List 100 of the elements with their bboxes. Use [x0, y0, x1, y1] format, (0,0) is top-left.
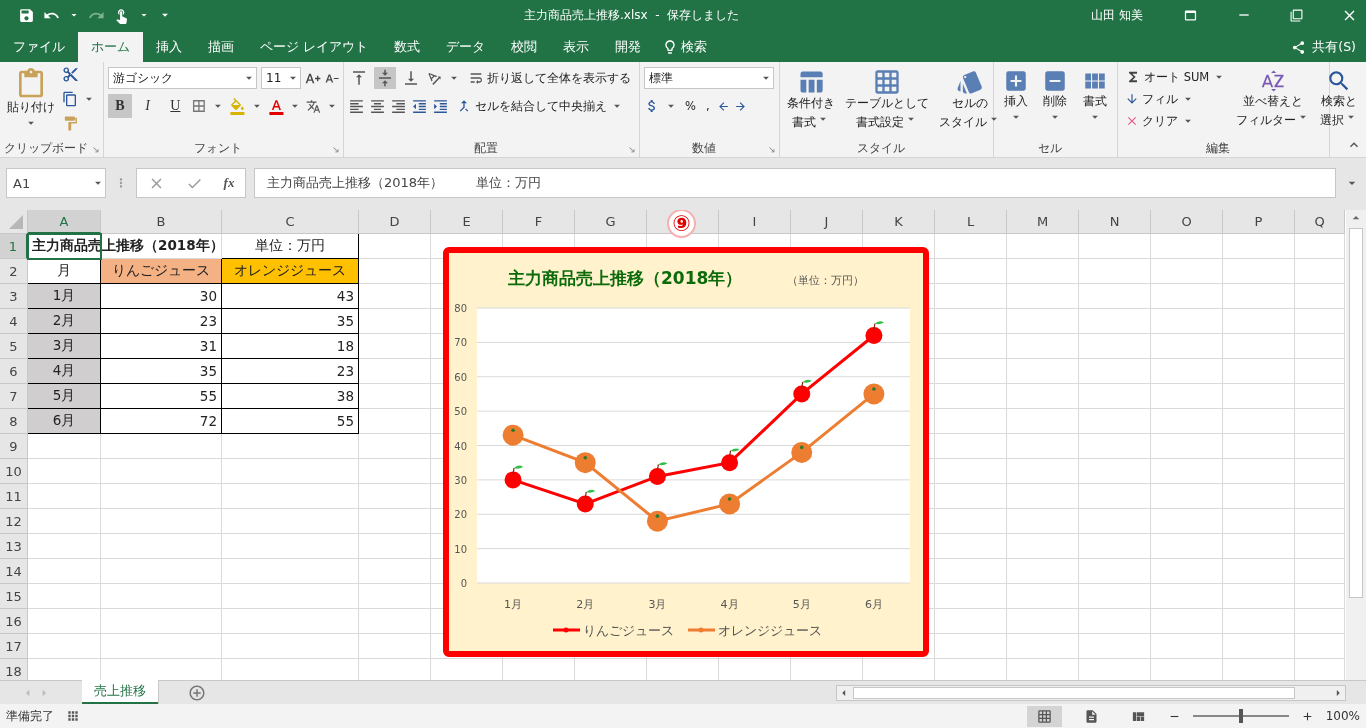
empty-cell: [1223, 409, 1295, 434]
point: [648, 467, 666, 485]
step-number-badge: ⑨: [667, 210, 696, 238]
citrus-fruit-icon: [719, 493, 741, 515]
scrollbar-thumb[interactable]: [853, 686, 1295, 699]
column-header[interactable]: G: [575, 210, 647, 234]
empty-cell: [1223, 484, 1295, 509]
find-select-button[interactable]: 検索と 選択: [1317, 66, 1362, 139]
table-cell: 2月: [28, 309, 101, 334]
empty-cell: [1223, 459, 1295, 484]
normal-view-icon[interactable]: [1026, 705, 1062, 727]
save-icon[interactable]: [18, 6, 35, 24]
cells-button[interactable]: 削除: [1039, 66, 1072, 139]
menu-tab[interactable]: 開発: [602, 32, 654, 62]
align-right-icon[interactable]: [390, 97, 407, 115]
dialog-launcher-icon[interactable]: [768, 146, 776, 154]
menu-tab[interactable]: 数式: [381, 32, 433, 62]
apple-icon: [504, 465, 524, 489]
column-header[interactable]: M: [1007, 210, 1079, 234]
paste-button[interactable]: 貼り付け: [4, 66, 58, 139]
row-header: 4: [0, 309, 28, 334]
column-header[interactable]: E: [431, 210, 503, 234]
merge-center-button[interactable]: セルを結合して中央揃え: [453, 95, 627, 117]
font-style-button[interactable]: B: [108, 94, 132, 118]
column-header[interactable]: L: [935, 210, 1007, 234]
menu-tab[interactable]: ホーム: [78, 32, 143, 62]
column-header[interactable]: P: [1223, 210, 1295, 234]
menu-tab[interactable]: データ: [433, 32, 498, 62]
menu-tab[interactable]: ファイル: [0, 32, 78, 62]
menu-tab[interactable]: 挿入: [143, 32, 195, 62]
column-header[interactable]: B: [101, 210, 222, 234]
dialog-launcher-icon[interactable]: [332, 146, 340, 154]
decrease-decimal-icon[interactable]: [733, 99, 747, 113]
font-name-field[interactable]: 游ゴシック: [108, 67, 257, 89]
borders-icon[interactable]: [191, 98, 208, 114]
formula-field[interactable]: 主力商品売上推移（2018年） 単位：万円: [254, 168, 1336, 198]
column-header[interactable]: D: [359, 210, 431, 234]
decrease-indent-icon[interactable]: [411, 97, 428, 115]
column-header[interactable]: Q: [1295, 210, 1345, 234]
zoom-slider-thumb[interactable]: [1238, 709, 1243, 723]
column-header[interactable]: K: [863, 210, 935, 234]
column-header[interactable]: N: [1079, 210, 1151, 234]
font-style-button[interactable]: U: [163, 94, 188, 118]
dialog-launcher-icon[interactable]: [92, 146, 100, 154]
empty-cell: [1151, 634, 1223, 659]
point: [865, 327, 883, 344]
phonetic-guide-icon[interactable]: [306, 98, 322, 114]
table-cell: 31: [101, 334, 222, 359]
column-header[interactable]: I: [719, 210, 791, 234]
row-header: 1: [0, 234, 28, 259]
group-label: フォント: [193, 140, 243, 157]
empty-cell: [1151, 434, 1223, 459]
axis-tick-label: 70: [454, 337, 467, 349]
empty-cell: [1223, 259, 1295, 284]
fill-color-icon[interactable]: [228, 97, 246, 115]
column-header[interactable]: F: [503, 210, 575, 234]
column-header[interactable]: O: [1151, 210, 1223, 234]
style-button[interactable]: テーブルとして 書式設定: [842, 66, 932, 139]
increase-decimal-icon[interactable]: [716, 99, 730, 113]
add-sheet-icon[interactable]: [188, 683, 206, 702]
empty-cell: [1295, 309, 1345, 334]
empty-cell: [1295, 484, 1345, 509]
clear-button[interactable]: クリア: [1122, 110, 1230, 132]
menu-tab[interactable]: ページ レイアウト: [247, 32, 381, 62]
comma-button[interactable]: ,: [702, 95, 713, 117]
sheet-tab[interactable]: 売上推移: [82, 680, 158, 704]
sort-filter-button[interactable]: 並べ替えと フィルター: [1233, 66, 1314, 139]
menu-tab[interactable]: 描画: [195, 32, 247, 62]
increase-indent-icon[interactable]: [432, 97, 449, 115]
autosum-button[interactable]: オート SUM: [1122, 66, 1230, 88]
empty-cell: [1151, 609, 1223, 634]
column-header[interactable]: A: [28, 210, 101, 234]
font-color-icon[interactable]: [267, 97, 285, 115]
empty-cell: [1079, 284, 1151, 309]
number-format-field[interactable]: 標準: [644, 67, 774, 89]
menu-tab[interactable]: 校閲: [498, 32, 550, 62]
tell-me-search[interactable]: 検索: [654, 32, 715, 62]
align-left-icon[interactable]: [348, 97, 365, 115]
scrollbar-thumb[interactable]: [1349, 228, 1363, 598]
align-center-icon[interactable]: [369, 97, 386, 115]
name-box[interactable]: A1: [6, 168, 106, 198]
percent-button[interactable]: %: [682, 95, 699, 117]
menu-tab[interactable]: 表示: [550, 32, 602, 62]
macro-record-icon[interactable]: [66, 709, 80, 723]
copy-icon[interactable]: [62, 91, 78, 107]
cut-icon[interactable]: [62, 66, 79, 83]
wrap-text-button[interactable]: 折り返して全体を表示する: [465, 67, 634, 89]
middle-align-icon[interactable]: [374, 67, 396, 89]
dialog-launcher-icon[interactable]: [628, 146, 636, 154]
style-button[interactable]: 条件付き 書式: [784, 66, 838, 139]
insert-function-button[interactable]: fx: [223, 175, 235, 191]
cells-button[interactable]: 書式: [1079, 66, 1112, 139]
restore-icon[interactable]: [1290, 8, 1303, 22]
column-header[interactable]: J: [791, 210, 863, 234]
font-size-field[interactable]: 11: [261, 67, 301, 89]
row-header: 3: [0, 284, 28, 309]
fill-button[interactable]: フィル: [1122, 88, 1230, 110]
column-header[interactable]: C: [222, 210, 359, 234]
share-button[interactable]: 共有(S): [1281, 32, 1366, 62]
font-style-button[interactable]: I: [135, 94, 160, 118]
